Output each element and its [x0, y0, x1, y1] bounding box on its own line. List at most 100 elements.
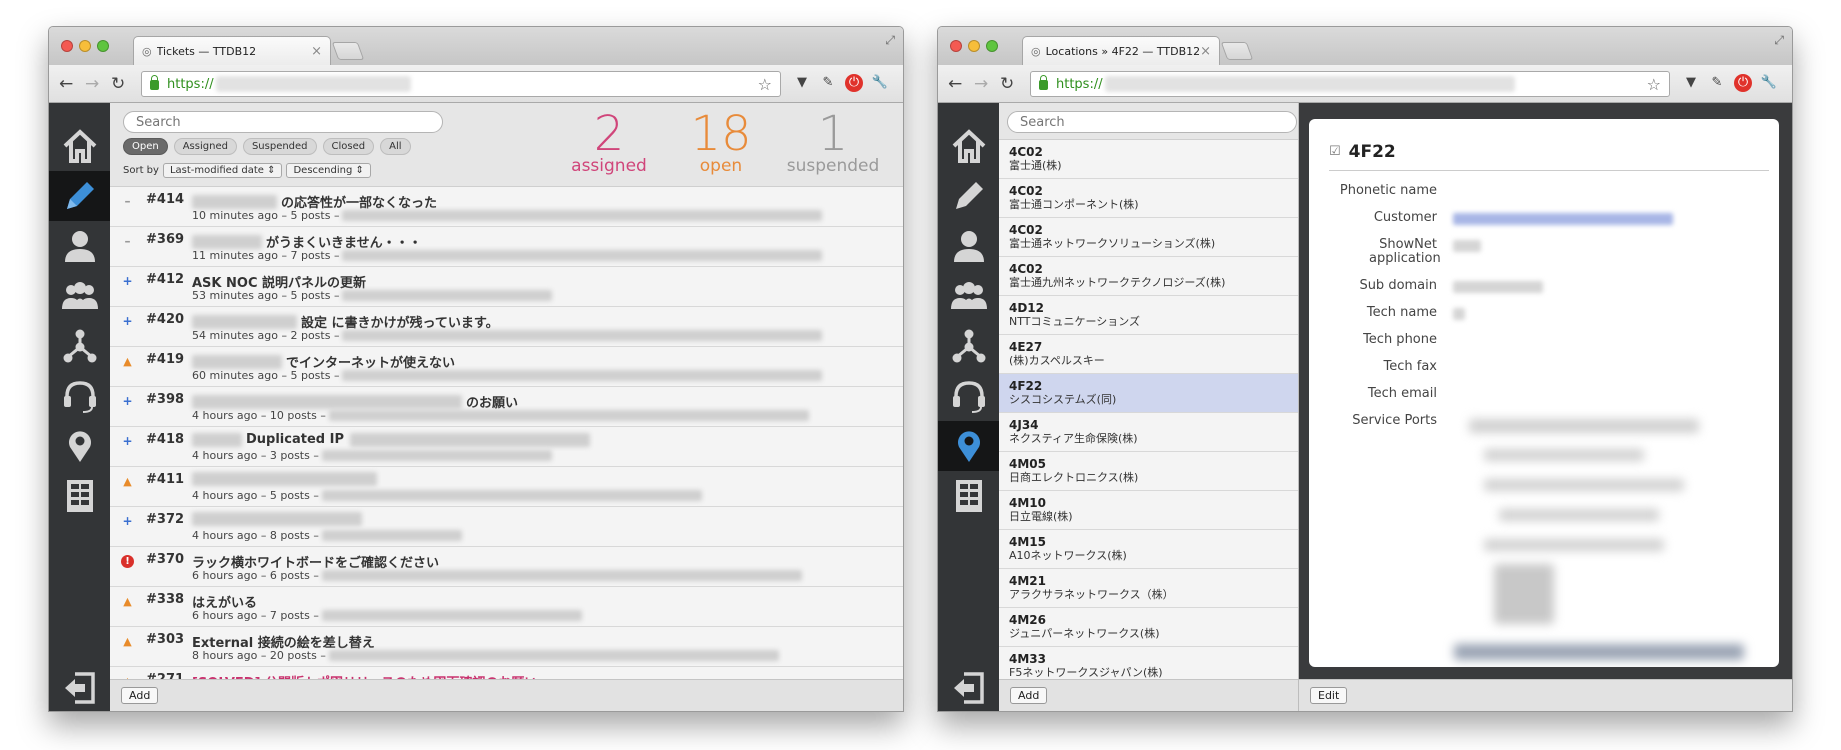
nav-logout[interactable]	[938, 663, 999, 711]
wrench-icon[interactable]: 🔧	[871, 74, 889, 92]
location-item[interactable]: 4M15 A10ネットワークス(株)	[999, 530, 1298, 569]
ticket-row[interactable]: ▲ #303 External 接続の絵を差し替え 8 hours ago – 20 …	[110, 627, 903, 667]
nav-tickets[interactable]	[938, 171, 999, 221]
close-window-button[interactable]	[950, 40, 962, 52]
forward-icon[interactable]: →	[974, 74, 988, 94]
nav-racks[interactable]	[49, 471, 110, 521]
location-item[interactable]: 4M26 ジュニパーネットワークス(株)	[999, 608, 1298, 647]
counter-assigned[interactable]: 2 assigned	[553, 109, 665, 175]
nav-support[interactable]	[49, 371, 110, 421]
stop-icon[interactable]: ⏻	[1734, 74, 1752, 92]
fullscreen-icon[interactable]: ⤢	[1774, 33, 1784, 48]
ticket-row[interactable]: + #372 4 hours ago – 8 posts –	[110, 507, 903, 547]
location-item[interactable]: 4D12 NTTコミュニケーションズ	[999, 296, 1298, 335]
counter-open[interactable]: 18 open	[665, 109, 777, 175]
ticket-row[interactable]: + #412 ASK NOC 説明パネルの更新 53 minutes ago – 5 …	[110, 267, 903, 307]
nav-users[interactable]	[49, 271, 110, 321]
edit-location-button[interactable]: Edit	[1310, 687, 1348, 704]
counter-label: assigned	[571, 156, 647, 176]
nav-users[interactable]	[938, 271, 999, 321]
ticket-row[interactable]: + #418 Duplicated IP 4 hours ago – 3 posts …	[110, 427, 903, 467]
bookmark-star-icon[interactable]: ☆	[758, 75, 772, 94]
pocket-icon[interactable]: ▼	[793, 74, 811, 92]
new-tab-button[interactable]	[1220, 42, 1254, 60]
filter-open[interactable]: Open	[123, 138, 168, 155]
ticket-meta: 10 minutes ago – 5 posts –	[192, 209, 340, 222]
nav-tickets[interactable]	[49, 171, 110, 221]
nav-logout[interactable]	[49, 663, 110, 711]
ticket-number: #372	[146, 512, 185, 527]
ticket-row[interactable]: – #414 の応答性が一部なくなった 10 minutes ago – 5 post…	[110, 187, 903, 227]
location-item[interactable]: 4J34 ネクスティア生命保険(株)	[999, 413, 1298, 452]
address-bar[interactable]: https:// ☆	[1030, 71, 1670, 97]
ticket-row[interactable]: ▲ #411 4 hours ago – 5 posts –	[110, 467, 903, 507]
browser-tab[interactable]: ◎ Locations » 4F22 — TTDB12 ×	[1022, 36, 1220, 65]
location-item[interactable]: 4M10 日立電線(株)	[999, 491, 1298, 530]
close-tab-icon[interactable]: ×	[1200, 44, 1211, 59]
sort-field-select[interactable]: Last-modified date ⇕	[162, 163, 283, 178]
ticket-row[interactable]: ▲ #419 でインターネットが使えない 60 minutes ago – 5 pos…	[110, 347, 903, 387]
search-input[interactable]	[123, 111, 443, 133]
pocket-icon[interactable]: ▼	[1682, 74, 1700, 92]
nav-home[interactable]	[938, 121, 999, 171]
fullscreen-icon[interactable]: ⤢	[885, 33, 895, 48]
back-icon[interactable]: ←	[948, 74, 962, 94]
ticket-meta: 6 hours ago – 6 posts –	[192, 569, 319, 582]
nav-locations[interactable]	[938, 421, 999, 471]
location-item[interactable]: 4M05 日商エレクトロニクス(株)	[999, 452, 1298, 491]
close-window-button[interactable]	[61, 40, 73, 52]
filter-all[interactable]: All	[380, 138, 411, 155]
location-item[interactable]: 4C02 富士通コンポーネント(株)	[999, 179, 1298, 218]
forward-icon[interactable]: →	[85, 74, 99, 94]
feather-icon[interactable]: ✎	[819, 74, 837, 92]
stop-icon[interactable]: ⏻	[845, 74, 863, 92]
search-input[interactable]	[1007, 111, 1297, 133]
new-tab-button[interactable]	[331, 42, 365, 60]
counter-suspended[interactable]: 1 suspended	[777, 109, 889, 175]
ticket-row[interactable]: + #398 のお願い 4 hours ago – 10 posts –	[110, 387, 903, 427]
location-item[interactable]: 4F22 シスコシステムズ(同)	[999, 374, 1298, 413]
checkbox-icon[interactable]: ☑	[1329, 144, 1341, 159]
feather-icon[interactable]: ✎	[1708, 74, 1726, 92]
close-tab-icon[interactable]: ×	[311, 44, 322, 59]
minimize-window-button[interactable]	[968, 40, 980, 52]
location-item[interactable]: 4M21 アラクサラネットワークス（株）	[999, 569, 1298, 608]
nav-racks[interactable]	[938, 471, 999, 521]
ticket-row[interactable]: + #420 設定 に書きかけが残っています。 54 minutes ago – 2 …	[110, 307, 903, 347]
reload-icon[interactable]: ↻	[111, 74, 125, 94]
address-bar[interactable]: https:// ☆	[141, 71, 781, 97]
bookmark-star-icon[interactable]: ☆	[1647, 75, 1661, 94]
nav-user[interactable]	[49, 221, 110, 271]
filter-closed[interactable]: Closed	[322, 138, 375, 155]
nav-support[interactable]	[938, 371, 999, 421]
ticket-row[interactable]: ! #370 ラック横ホワイトボードをご確認ください 6 hours ago – 6 …	[110, 547, 903, 587]
nav-network[interactable]	[938, 321, 999, 371]
zoom-window-button[interactable]	[986, 40, 998, 52]
zoom-window-button[interactable]	[97, 40, 109, 52]
location-code: 4M26	[1009, 613, 1046, 627]
back-icon[interactable]: ←	[59, 74, 73, 94]
add-location-button[interactable]: Add	[1010, 687, 1048, 704]
reload-icon[interactable]: ↻	[1000, 74, 1014, 94]
location-item[interactable]: 4C02 富士通九州ネットワークテクノロジーズ(株)	[999, 257, 1298, 296]
ticket-number: #414	[146, 192, 185, 207]
ticket-row[interactable]: – #369 がうまくいきません・・・ 11 minutes ago – 7 post…	[110, 227, 903, 267]
minimize-window-button[interactable]	[79, 40, 91, 52]
ticket-row[interactable]: ▲ #338 はえがいる 6 hours ago – 7 posts –	[110, 587, 903, 627]
nav-network[interactable]	[49, 321, 110, 371]
nav-user[interactable]	[938, 221, 999, 271]
location-item[interactable]: 4E27 (株)カスペルスキー	[999, 335, 1298, 374]
ticket-number: #369	[146, 232, 185, 247]
wrench-icon[interactable]: 🔧	[1760, 74, 1778, 92]
nav-locations[interactable]	[49, 421, 110, 471]
sort-order-select[interactable]: Descending ⇕	[286, 163, 371, 178]
location-item[interactable]: 4C02 富士通(株)	[999, 140, 1298, 179]
filter-assigned[interactable]: Assigned	[173, 138, 237, 155]
location-item[interactable]: 4C02 富士通ネットワークソリューションズ(株)	[999, 218, 1298, 257]
home-icon	[952, 129, 985, 163]
add-ticket-button[interactable]: Add	[121, 687, 159, 704]
nav-home[interactable]	[49, 121, 110, 171]
filter-suspended[interactable]: Suspended	[242, 138, 317, 155]
browser-tab[interactable]: ◎ Tickets — TTDB12 ×	[133, 36, 331, 65]
detail-footer: Edit	[1299, 679, 1792, 711]
